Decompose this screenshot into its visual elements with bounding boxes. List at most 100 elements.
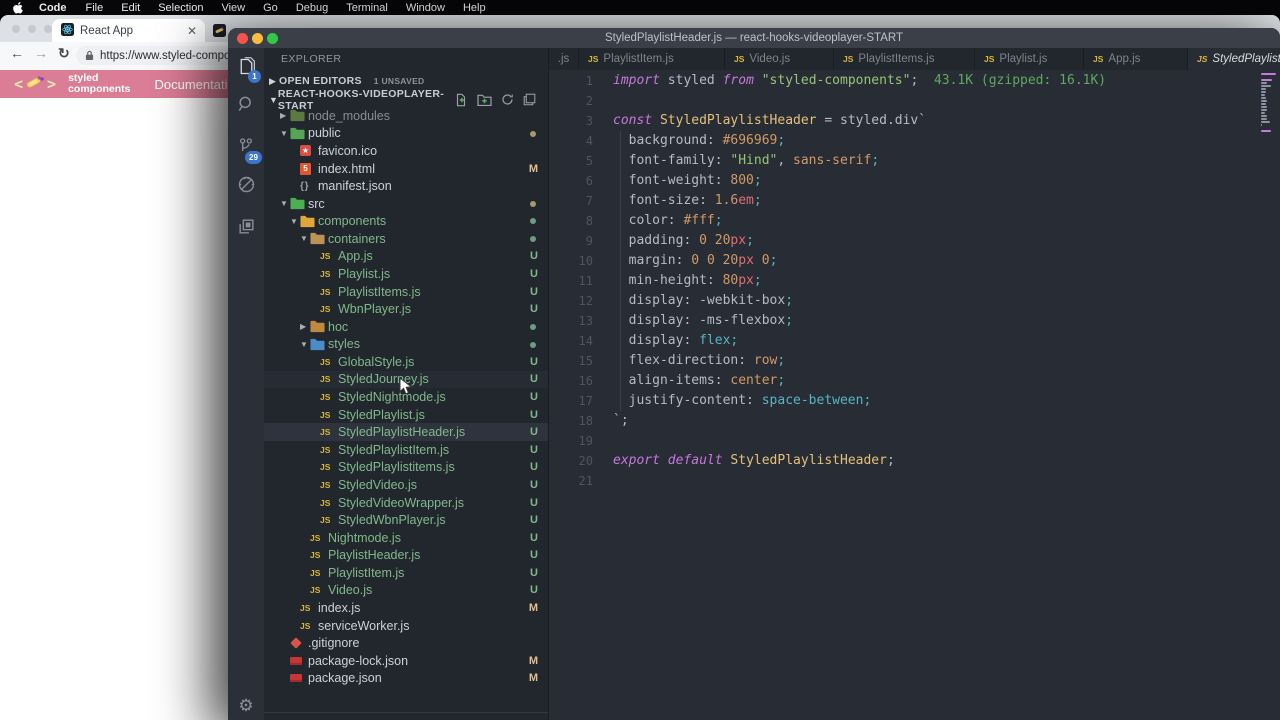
- zoom-window-button[interactable]: [267, 33, 278, 44]
- tree-folder-components[interactable]: ▼ components: [264, 212, 548, 230]
- settings-gear-icon[interactable]: ⚙: [228, 696, 264, 716]
- menu-item-window[interactable]: Window: [397, 2, 454, 14]
- apple-menu-icon[interactable]: [13, 1, 23, 14]
- workspace-root-section[interactable]: ▼ REACT-HOOKS-VIDEOPLAYER-START: [264, 88, 548, 112]
- tree-folder-hoc[interactable]: ▶ hoc: [264, 318, 548, 336]
- tree-file-app-js[interactable]: JS App.js U: [264, 248, 548, 266]
- tree-folder-containers[interactable]: ▼ containers: [264, 230, 548, 248]
- editor-tab-playlistitems-js[interactable]: JS PlaylistItems.js: [834, 48, 975, 70]
- code-editor[interactable]: 1 import styled from "styled-components";…: [549, 70, 1280, 720]
- git-status-badge: U: [530, 303, 538, 316]
- menu-item-help[interactable]: Help: [454, 2, 495, 14]
- code-line-content: font-family: "Hind", sans-serif;: [613, 153, 880, 168]
- minimap-line: [1261, 103, 1267, 105]
- tree-file-playlist-js[interactable]: JS Playlist.js U: [264, 265, 548, 283]
- outline-section[interactable]: ▶ OUTLINE: [264, 712, 548, 720]
- second-tab-favicon[interactable]: [213, 24, 226, 42]
- tree-file-styledplaylistheader-js[interactable]: JS StyledPlaylistHeader.js U: [264, 423, 548, 441]
- editor-tab-video-js[interactable]: JS Video.js: [725, 48, 834, 70]
- forward-icon[interactable]: →: [34, 45, 48, 61]
- new-file-icon[interactable]: [454, 93, 468, 107]
- tree-file-serviceworker-js[interactable]: JS serviceWorker.js: [264, 617, 548, 635]
- code-line-content: color: #fff;: [613, 213, 723, 228]
- tree-file-styledplaylistitems-js[interactable]: JS StyledPlaylistitems.js U: [264, 459, 548, 477]
- react-favicon: [61, 22, 74, 39]
- menu-item-edit[interactable]: Edit: [112, 2, 149, 14]
- file-name: src: [308, 196, 325, 211]
- brand-wordmark[interactable]: styled components: [68, 73, 130, 95]
- tree-file-index-html[interactable]: 5 index.html M: [264, 160, 548, 178]
- tree-file-styledwbnplayer-js[interactable]: JS StyledWbnPlayer.js U: [264, 511, 548, 529]
- tree-file-package-lock-json[interactable]: package-lock.json M: [264, 652, 548, 670]
- line-number: 4: [585, 134, 593, 148]
- minimap-line: [1261, 118, 1268, 120]
- tree-file--gitignore[interactable]: .gitignore: [264, 634, 548, 652]
- code-line: 7 font-size: 1.6em;: [549, 191, 1280, 211]
- tree-file-styledplaylistitem-js[interactable]: JS StyledPlaylistItem.js U: [264, 441, 548, 459]
- browser-minimize-button[interactable]: [28, 25, 36, 33]
- code-line-content: margin: 0 0 20px 0;: [613, 253, 778, 268]
- code-line-content: flex-direction: row;: [613, 353, 786, 368]
- minimize-window-button[interactable]: [252, 33, 263, 44]
- tree-folder-public[interactable]: ▼ public: [264, 125, 548, 143]
- chevron-down-icon: ▼: [280, 128, 288, 138]
- menu-item-view[interactable]: View: [212, 2, 254, 14]
- git-status-badge: U: [530, 285, 538, 298]
- search-icon[interactable]: [228, 86, 264, 122]
- menu-items: File Edit Selection View Go Debug Terminal Wind…: [77, 2, 495, 14]
- tree-file-playlistheader-js[interactable]: JS PlaylistHeader.js U: [264, 546, 548, 564]
- new-folder-icon[interactable]: [477, 93, 492, 106]
- browser-tab-react-app[interactable]: React App ✕: [52, 19, 205, 42]
- folder-styles-icon: [310, 338, 328, 351]
- editor-tab--js[interactable]: .js: [549, 48, 579, 70]
- extensions-icon[interactable]: [228, 208, 264, 244]
- tree-folder-node_modules[interactable]: ▶ node_modules: [264, 107, 548, 125]
- source-control-icon[interactable]: 29: [228, 128, 264, 164]
- tree-file-styledplaylist-js[interactable]: JS StyledPlaylist.js U: [264, 406, 548, 424]
- browser-zoom-button[interactable]: [44, 25, 52, 33]
- tree-file-nightmode-js[interactable]: JS Nightmode.js U: [264, 529, 548, 547]
- tree-file-index-js[interactable]: JS index.js M: [264, 599, 548, 617]
- editor-tab-app-js[interactable]: JS App.js: [1084, 48, 1188, 70]
- reload-icon[interactable]: ↻: [58, 45, 70, 62]
- tree-file-playlistitems-js[interactable]: JS PlaylistItems.js U: [264, 283, 548, 301]
- editor-tab-styledplaylistheader-js[interactable]: JSStyledPlaylistHeader.js×: [1188, 48, 1280, 70]
- tab-close-icon[interactable]: ✕: [187, 24, 197, 38]
- vscode-title-bar[interactable]: StyledPlaylistHeader.js — react-hooks-vi…: [228, 28, 1280, 48]
- js-icon: JS: [320, 374, 331, 385]
- explorer-icon[interactable]: 1: [228, 48, 264, 84]
- tree-file-manifest-json[interactable]: { } manifest.json: [264, 177, 548, 195]
- tree-file-package-json[interactable]: package.json M: [264, 670, 548, 688]
- back-icon[interactable]: ←: [10, 45, 24, 61]
- menu-item-selection[interactable]: Selection: [149, 2, 212, 14]
- tree-file-styledvideo-js[interactable]: JS StyledVideo.js U: [264, 476, 548, 494]
- tree-folder-styles[interactable]: ▼ styles: [264, 336, 548, 354]
- close-window-button[interactable]: [237, 33, 248, 44]
- menu-item-go[interactable]: Go: [254, 2, 287, 14]
- tree-file-favicon-ico[interactable]: ★ favicon.ico: [264, 142, 548, 160]
- debug-icon[interactable]: [228, 166, 264, 202]
- menu-item-file[interactable]: File: [77, 2, 113, 14]
- menu-item-debug[interactable]: Debug: [287, 2, 337, 14]
- tree-file-styledvideowrapper-js[interactable]: JS StyledVideoWrapper.js U: [264, 494, 548, 512]
- code-line: 14 display: flex;: [549, 331, 1280, 351]
- code-line: 9 padding: 0 20px;: [549, 231, 1280, 251]
- menu-app-name[interactable]: Code: [29, 2, 77, 14]
- code-line-content: display: -ms-flexbox;: [613, 313, 794, 328]
- menu-item-terminal[interactable]: Terminal: [337, 2, 397, 14]
- file-name: index.html: [318, 161, 375, 176]
- editor-tab-playlist-js[interactable]: JS Playlist.js: [975, 48, 1084, 70]
- refresh-icon[interactable]: [501, 93, 514, 106]
- minimap[interactable]: [1261, 73, 1278, 136]
- tree-file-video-js[interactable]: JS Video.js U: [264, 582, 548, 600]
- collapse-all-icon[interactable]: [523, 93, 536, 106]
- js-icon: JS: [300, 620, 311, 631]
- browser-close-button[interactable]: [12, 25, 20, 33]
- editor-tab-playlistitem-js[interactable]: JS PlaylistItem.js: [579, 48, 725, 70]
- git-status-badge: U: [530, 531, 538, 544]
- tree-file-globalstyle-js[interactable]: JS GlobalStyle.js U: [264, 353, 548, 371]
- minimap-line: [1261, 85, 1271, 87]
- tree-file-wbnplayer-js[interactable]: JS WbnPlayer.js U: [264, 300, 548, 318]
- tree-file-playlistitem-js[interactable]: JS PlaylistItem.js U: [264, 564, 548, 582]
- tree-folder-src[interactable]: ▼ src: [264, 195, 548, 213]
